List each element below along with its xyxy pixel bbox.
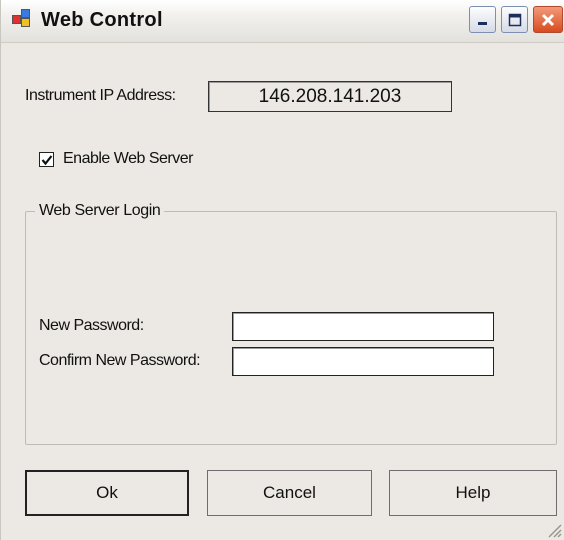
confirm-password-label: Confirm New Password: xyxy=(39,352,201,369)
web-control-window: Web Control Instrument IP Address: 146.2… xyxy=(0,0,564,540)
cancel-button[interactable]: Cancel xyxy=(207,470,372,516)
web-server-login-title: Web Server Login xyxy=(35,202,165,220)
ip-address-label: Instrument IP Address: xyxy=(25,87,176,104)
app-icon xyxy=(12,9,32,29)
enable-web-server-checkbox[interactable] xyxy=(39,152,54,167)
new-password-field[interactable] xyxy=(232,312,494,341)
maximize-button[interactable] xyxy=(501,6,528,33)
minimize-button[interactable] xyxy=(469,6,496,33)
ok-button[interactable]: Ok xyxy=(25,470,189,516)
new-password-label: New Password: xyxy=(39,317,144,334)
ip-address-value: 146.208.141.203 xyxy=(208,81,452,112)
enable-web-server-label[interactable]: Enable Web Server xyxy=(63,150,193,168)
confirm-password-field[interactable] xyxy=(232,347,494,376)
resize-grip-icon[interactable] xyxy=(546,522,562,538)
checkmark-icon xyxy=(41,155,53,166)
help-button[interactable]: Help xyxy=(389,470,557,516)
title-bar[interactable]: Web Control xyxy=(1,0,564,43)
window-title: Web Control xyxy=(41,9,163,31)
close-button[interactable] xyxy=(533,6,563,33)
minimize-icon xyxy=(477,21,487,25)
close-icon xyxy=(541,13,555,26)
maximize-icon xyxy=(508,13,521,26)
